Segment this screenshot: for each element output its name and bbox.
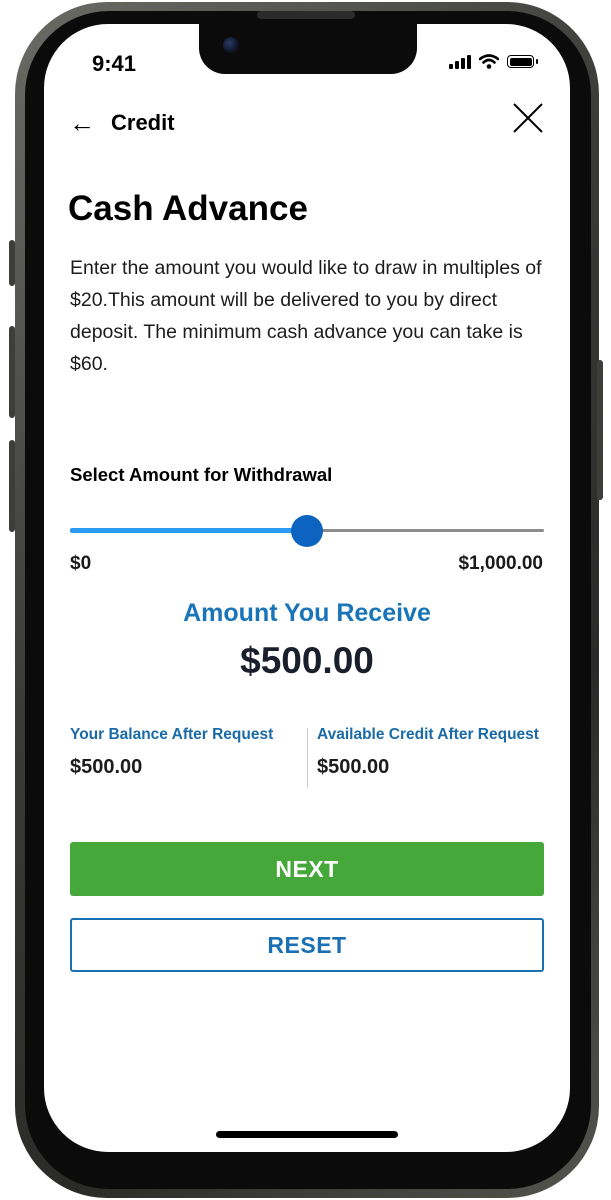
phone-screen: 9:41 ← Credit Cash Advance Enter the amo… [44,24,570,1152]
stats-divider [307,728,308,788]
balance-after-request: Your Balance After Request $500.00 [70,726,273,779]
back-label: Credit [111,110,175,135]
reset-button[interactable]: RESET [70,918,544,972]
balance-label: Your Balance After Request [70,726,274,743]
close-button[interactable] [512,102,544,134]
volume-up-button [9,326,15,418]
next-button[interactable]: NEXT [70,842,544,896]
close-icon [513,103,543,133]
battery-icon [507,55,538,68]
status-icons [449,54,538,69]
page-title: Cash Advance [68,189,308,228]
slider-min-label: $0 [70,553,92,574]
amount-receive-title: Amount You Receive [183,599,431,627]
status-time: 9:41 [92,51,137,76]
credit-label: Available Credit After Request [317,726,539,743]
amount-receive-value: $500.00 [240,640,374,681]
camera-icon [223,37,239,53]
arrow-left-icon: ← [69,108,95,138]
summary-stats: Your Balance After Request $500.00 Avail… [70,726,544,788]
back-button[interactable]: ← Credit [69,110,175,136]
power-button [597,360,603,500]
slider-thumb[interactable] [291,515,323,547]
credit-value: $500.00 [317,756,390,778]
home-indicator [216,1131,398,1138]
signal-icon [449,54,471,69]
wifi-icon [479,54,499,69]
credit-after-request: Available Credit After Request $500.00 [317,726,539,779]
speaker-grille [257,11,355,19]
slider-fill [70,528,307,533]
slider-max-label: $1,000.00 [458,553,543,574]
slider-label: Select Amount for Withdrawal [70,464,333,485]
silent-switch [9,240,15,286]
page-description: Enter the amount you would like to draw … [70,257,542,375]
balance-value: $500.00 [70,756,143,778]
amount-slider[interactable] [70,515,544,547]
notch [199,24,417,74]
volume-down-button [9,440,15,532]
